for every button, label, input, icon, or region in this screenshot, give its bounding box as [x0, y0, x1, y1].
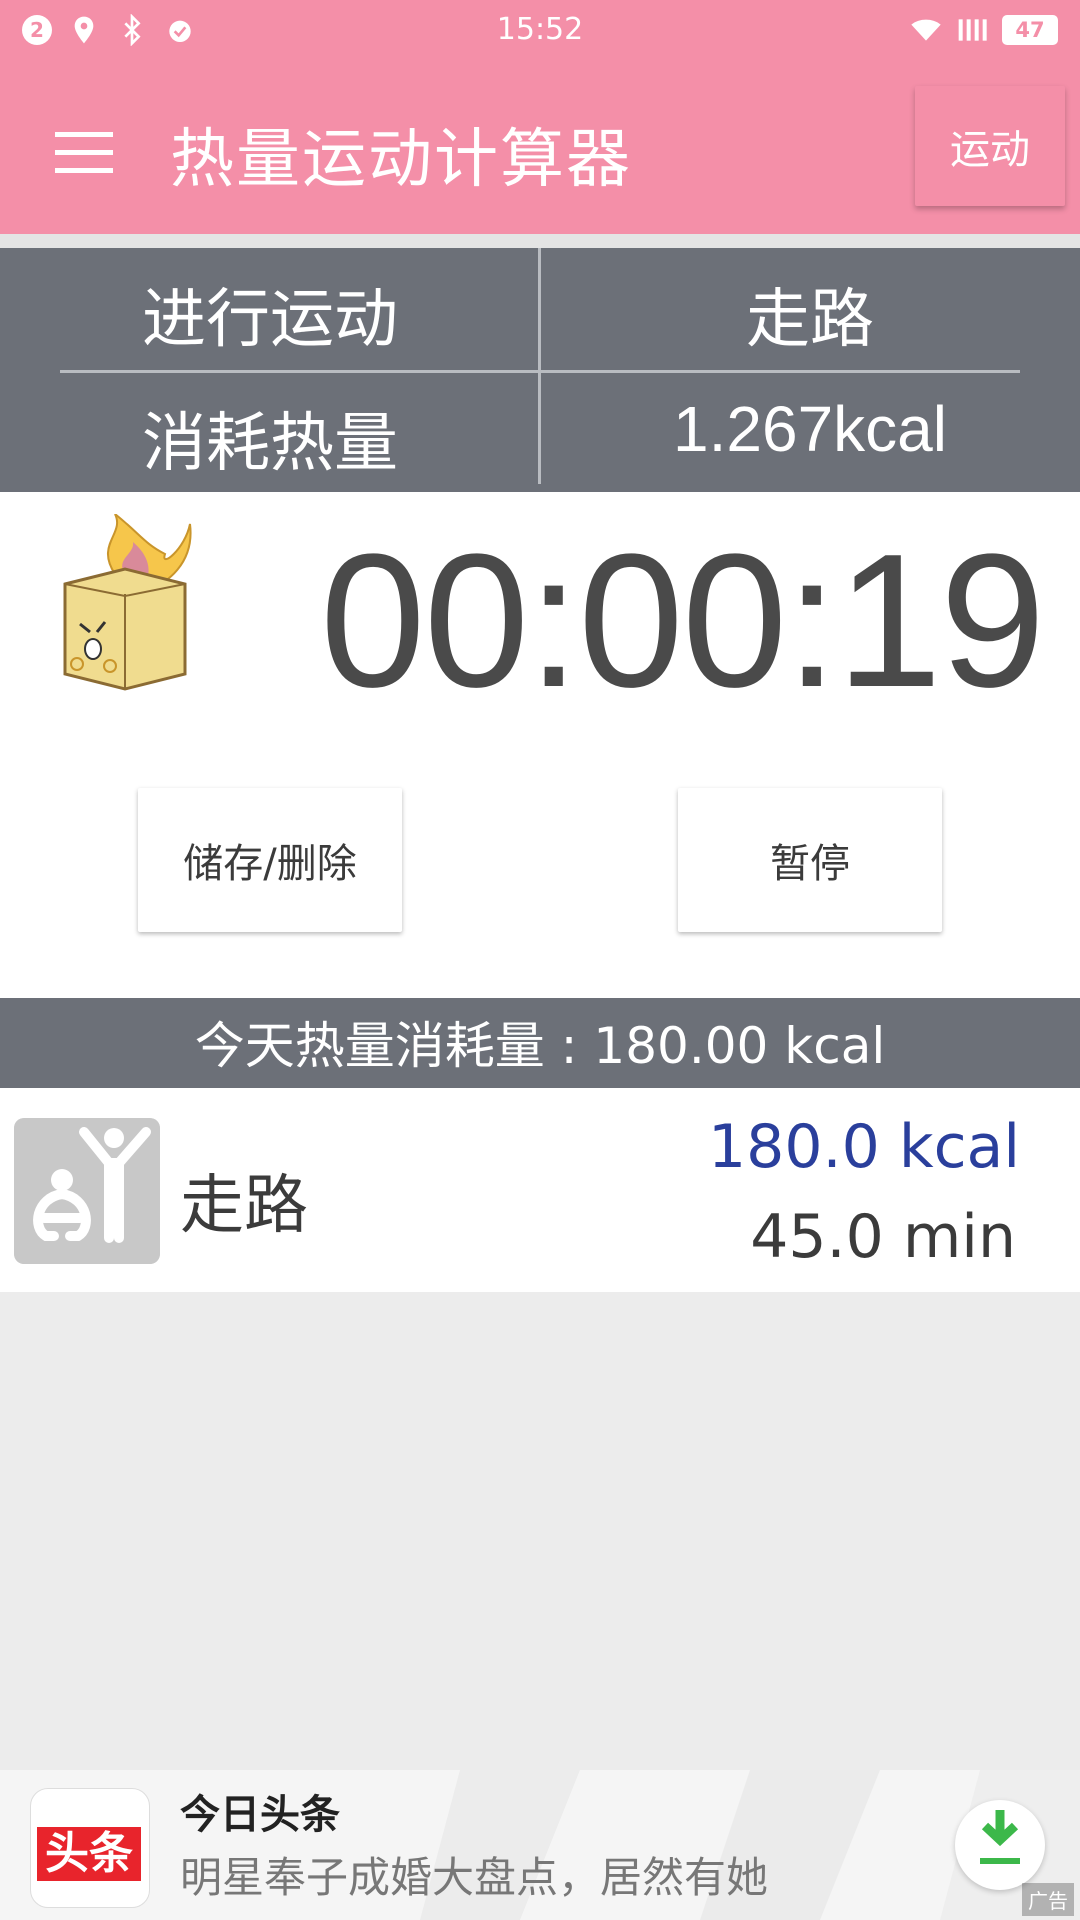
ad-tag: 广告 — [1022, 1883, 1074, 1916]
app-bar-shadow — [0, 234, 1080, 248]
battery-icon: 47 — [1002, 15, 1058, 45]
list-item[interactable]: 走路 180.0 kcal 45.0 min — [0, 1088, 1080, 1292]
exercise-person-icon — [14, 1118, 160, 1264]
ad-banner[interactable]: 头条 今日头条 明星奉子成婚大盘点，居然有她 广告 — [0, 1770, 1080, 1920]
activity-label: 进行运动 — [142, 283, 398, 357]
list-item-minutes: 45.0 min — [750, 1202, 1016, 1272]
divider-horizontal — [60, 370, 1020, 373]
ad-title: 今日头条 — [180, 1792, 340, 1838]
timer-area: 00:00:19 储存/删除 暂停 — [0, 492, 1080, 998]
wifi-icon — [911, 19, 941, 41]
app-bar: 热量运动计算器 运动 — [0, 64, 1080, 234]
exercise-info-panel: 进行运动 走路 消耗热量 1.267kcal — [0, 248, 1080, 492]
divider-vertical — [538, 248, 541, 484]
list-item-label: 走路 — [180, 1169, 308, 1243]
list-item-kcal: 180.0 kcal — [707, 1112, 1020, 1182]
menu-icon[interactable] — [55, 132, 113, 173]
burning-box-mascot-icon — [63, 514, 192, 691]
calories-value: 1.267kcal — [673, 393, 947, 465]
signal-icon — [958, 19, 987, 41]
toutiao-logo-text: 头条 — [37, 1827, 141, 1881]
today-summary-bar: 今天热量消耗量 : 180.00 kcal — [0, 998, 1080, 1088]
stopwatch-display: 00:00:19 — [320, 515, 1046, 727]
toutiao-logo: 头条 — [30, 1788, 150, 1908]
status-bar: 2 15:52 47 — [0, 0, 1080, 64]
page-title: 热量运动计算器 — [170, 123, 632, 197]
ad-subtitle: 明星奉子成婚大盘点，居然有她 — [180, 1853, 769, 1902]
pause-button[interactable]: 暂停 — [678, 788, 942, 932]
download-icon[interactable] — [955, 1800, 1045, 1890]
status-right-icons: 47 — [910, 14, 1058, 46]
exercise-button[interactable]: 运动 — [915, 86, 1065, 206]
activity-value: 走路 — [746, 283, 874, 357]
calories-label: 消耗热量 — [142, 407, 398, 481]
save-delete-button[interactable]: 储存/删除 — [138, 788, 402, 932]
